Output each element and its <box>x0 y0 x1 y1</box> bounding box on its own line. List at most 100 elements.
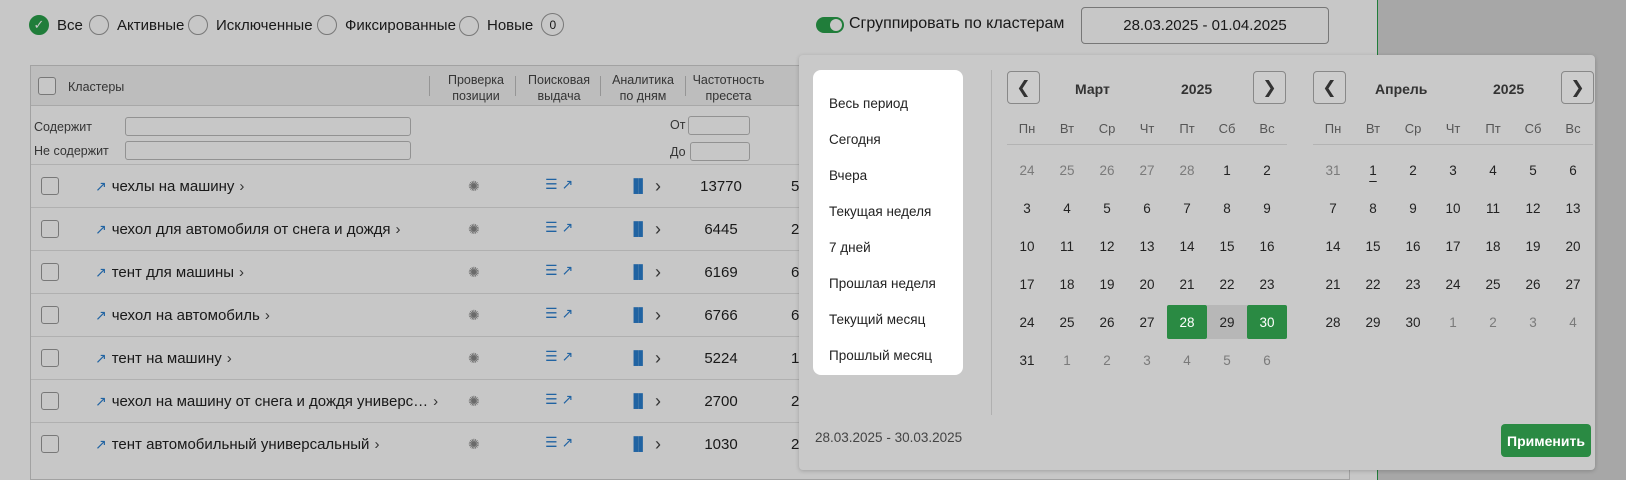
next-month-button[interactable]: ❯ <box>1561 71 1594 104</box>
calendar-day[interactable]: 29 <box>1353 305 1393 339</box>
calendar-day[interactable]: 18 <box>1473 229 1513 263</box>
calendar-day[interactable]: 25 <box>1047 153 1087 187</box>
weekday-label: Пн <box>1324 121 1342 136</box>
calendar-day[interactable]: 21 <box>1167 267 1207 301</box>
calendar-day[interactable]: 22 <box>1353 267 1393 301</box>
calendar-day[interactable]: 28 <box>1167 153 1207 187</box>
weekday-label: Вт <box>1059 121 1075 136</box>
calendar-day[interactable]: 16 <box>1247 229 1287 263</box>
calendar-day[interactable]: 26 <box>1087 305 1127 339</box>
preset-item[interactable]: 7 дней <box>813 230 963 266</box>
calendar-day[interactable]: 11 <box>1473 191 1513 225</box>
calendar-day[interactable]: 4 <box>1167 343 1207 377</box>
calendar-day[interactable]: 22 <box>1207 267 1247 301</box>
next-month-button[interactable]: ❯ <box>1253 71 1286 104</box>
weekday-row: Пн Вт Ср Чт Пт Сб Вс <box>1007 121 1287 145</box>
preset-item[interactable]: Текущая неделя <box>813 194 963 230</box>
calendar-day[interactable]: 17 <box>1007 267 1047 301</box>
calendar-day[interactable]: 27 <box>1127 153 1167 187</box>
calendar-day[interactable]: 12 <box>1087 229 1127 263</box>
year-label: 2025 <box>1493 81 1525 97</box>
calendar-day[interactable]: 18 <box>1047 267 1087 301</box>
calendar-day[interactable]: 5 <box>1087 191 1127 225</box>
calendar-day[interactable]: 6 <box>1247 343 1287 377</box>
calendar-day[interactable]: 15 <box>1207 229 1247 263</box>
calendar-day[interactable]: 6 <box>1127 191 1167 225</box>
date-picker: Весь период Сегодня Вчера Текущая неделя 7 д… <box>799 55 1595 470</box>
calendar-day[interactable]: 10 <box>1433 191 1473 225</box>
calendar-day[interactable]: 2 <box>1087 343 1127 377</box>
prev-month-button[interactable]: ❮ <box>1007 71 1040 104</box>
calendar-day[interactable]: 27 <box>1127 305 1167 339</box>
calendar-day[interactable]: 24 <box>1007 305 1047 339</box>
calendar-day[interactable]: 23 <box>1247 267 1287 301</box>
calendar-day[interactable]: 31 <box>1313 153 1353 187</box>
calendar-day[interactable]: 4 <box>1047 191 1087 225</box>
calendar-day[interactable]: 30 <box>1393 305 1433 339</box>
calendar-day[interactable]: 15 <box>1353 229 1393 263</box>
chevron-right-icon: ❯ <box>1570 77 1585 97</box>
calendar-day[interactable]: 2 <box>1473 305 1513 339</box>
calendar-day[interactable]: 7 <box>1313 191 1353 225</box>
calendar-day[interactable]: 25 <box>1473 267 1513 301</box>
preset-item[interactable]: Прошлый месяц <box>813 338 963 374</box>
preset-item[interactable]: Вчера <box>813 158 963 194</box>
calendar-day[interactable]: 13 <box>1553 191 1593 225</box>
calendar-day[interactable]: 27 <box>1553 267 1593 301</box>
calendar-day[interactable]: 26 <box>1513 267 1553 301</box>
calendar-day[interactable]: 19 <box>1087 267 1127 301</box>
calendar-day[interactable]: 14 <box>1167 229 1207 263</box>
weekday-label: Вс <box>1565 121 1581 136</box>
apply-button[interactable]: Применить <box>1501 424 1591 457</box>
calendar-day[interactable]: 8 <box>1207 191 1247 225</box>
prev-month-button[interactable]: ❮ <box>1313 71 1346 104</box>
calendar-day[interactable]: 6 <box>1553 153 1593 187</box>
calendar-day[interactable]: 21 <box>1313 267 1353 301</box>
preset-item[interactable]: Сегодня <box>813 122 963 158</box>
calendar-day[interactable]: 3 <box>1513 305 1553 339</box>
calendar-day[interactable]: 2 <box>1247 153 1287 187</box>
preset-item[interactable]: Весь период <box>813 86 963 122</box>
chevron-left-icon: ❮ <box>1016 77 1031 97</box>
calendar-day[interactable]: 9 <box>1247 191 1287 225</box>
calendar-day[interactable]: 1 <box>1207 153 1247 187</box>
calendar-day[interactable]: 14 <box>1313 229 1353 263</box>
calendar-day[interactable]: 5 <box>1207 343 1247 377</box>
calendar-day[interactable]: 13 <box>1127 229 1167 263</box>
calendar-day[interactable]: 3 <box>1127 343 1167 377</box>
calendar-day[interactable]: 4 <box>1473 153 1513 187</box>
calendar-day[interactable]: 25 <box>1047 305 1087 339</box>
calendar-day[interactable]: 10 <box>1007 229 1047 263</box>
calendar-day[interactable]: 9 <box>1393 191 1433 225</box>
calendar-day[interactable]: 16 <box>1393 229 1433 263</box>
calendar-day[interactable]: 8 <box>1353 191 1393 225</box>
calendar-day[interactable]: 24 <box>1433 267 1473 301</box>
calendar-day[interactable]: 1 <box>1433 305 1473 339</box>
calendar-day[interactable]: 29 <box>1207 305 1247 339</box>
calendar-day[interactable]: 31 <box>1007 343 1047 377</box>
calendar-day[interactable]: 28 <box>1167 305 1207 339</box>
weekday-label: Сб <box>1218 121 1236 136</box>
calendar-day[interactable]: 26 <box>1087 153 1127 187</box>
calendar-day[interactable]: 20 <box>1127 267 1167 301</box>
calendar-day[interactable]: 23 <box>1393 267 1433 301</box>
calendar-day[interactable]: 1 <box>1047 343 1087 377</box>
popup-separator <box>991 70 992 415</box>
calendar-day[interactable]: 20 <box>1553 229 1593 263</box>
preset-item[interactable]: Прошлая неделя <box>813 266 963 302</box>
calendar-day[interactable]: 2 <box>1393 153 1433 187</box>
calendar-day[interactable]: 7 <box>1167 191 1207 225</box>
calendar-day[interactable]: 19 <box>1513 229 1553 263</box>
calendar-day[interactable]: 3 <box>1433 153 1473 187</box>
calendar-day[interactable]: 11 <box>1047 229 1087 263</box>
calendar-day[interactable]: 5 <box>1513 153 1553 187</box>
calendar-day[interactable]: 24 <box>1007 153 1047 187</box>
calendar-day[interactable]: 4 <box>1553 305 1593 339</box>
calendar-day[interactable]: 3 <box>1007 191 1047 225</box>
calendar-day[interactable]: 28 <box>1313 305 1353 339</box>
calendar-day[interactable]: 17 <box>1433 229 1473 263</box>
calendar-day[interactable]: 1 <box>1353 153 1393 187</box>
calendar-day[interactable]: 12 <box>1513 191 1553 225</box>
preset-item[interactable]: Текущий месяц <box>813 302 963 338</box>
calendar-day[interactable]: 30 <box>1247 305 1287 339</box>
